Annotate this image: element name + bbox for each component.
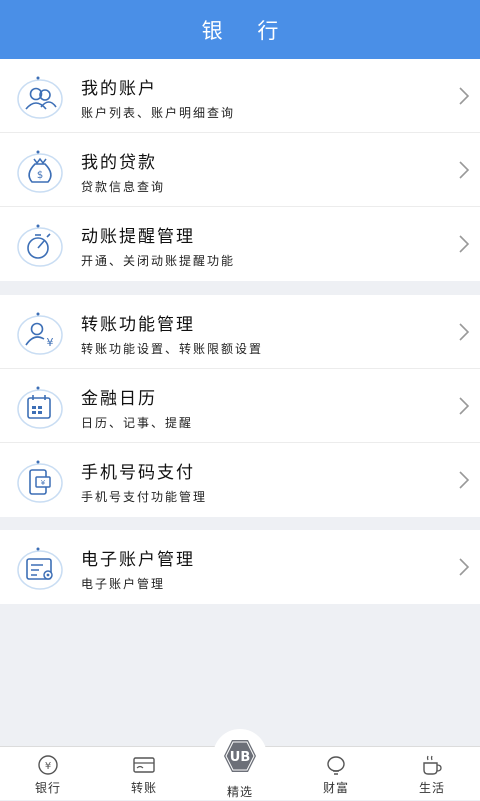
menu-item-finance-calendar[interactable]: 金融日历 日历、记事、提醒 [0, 369, 480, 443]
tab-bank[interactable]: ¥ 银行 [0, 747, 96, 801]
tab-label: 财富 [322, 781, 349, 795]
item-title: 动账提醒管理 [81, 227, 195, 247]
page-header: 银 行 [0, 0, 480, 59]
item-subtitle: 开通、关闭动账提醒功能 [81, 254, 236, 268]
coffee-cup-icon [423, 755, 442, 775]
e-account-settings-icon [17, 547, 63, 590]
item-title: 手机号码支付 [81, 463, 195, 483]
menu-item-transfer-settings[interactable]: ¥ 转账功能管理 转账功能设置、转账限额设置 [0, 295, 480, 369]
item-subtitle: 手机号支付功能管理 [81, 490, 208, 504]
item-title: 转账功能管理 [81, 315, 195, 335]
money-bag-icon: $ [17, 150, 63, 193]
timer-icon [17, 224, 63, 267]
item-title: 我的贷款 [81, 153, 157, 173]
chevron-right-icon [459, 471, 470, 489]
card-icon [133, 757, 155, 773]
tab-featured[interactable]: UB 精选 [192, 729, 288, 801]
chevron-right-icon [459, 161, 470, 179]
menu-group-1: 我的账户 账户列表、账户明细查询 $ 我的贷款 贷款信息查询 动账提醒管理 开通… [0, 59, 480, 281]
account-icon [17, 76, 63, 119]
menu-group-2: ¥ 转账功能管理 转账功能设置、转账限额设置 金融日历 日历、记事、提醒 ¥ 手… [0, 295, 480, 517]
tab-transfer[interactable]: 转账 [96, 747, 192, 801]
svg-text:¥: ¥ [47, 336, 54, 349]
yuan-circle-icon: ¥ [38, 755, 58, 775]
item-title: 金融日历 [81, 389, 157, 409]
ub-logo-text: UB [230, 750, 250, 765]
svg-text:¥: ¥ [41, 479, 46, 487]
chevron-right-icon [459, 397, 470, 415]
item-subtitle: 电子账户管理 [81, 577, 166, 591]
calendar-icon [17, 386, 63, 429]
chevron-right-icon [459, 558, 470, 576]
tab-life[interactable]: 生活 [384, 747, 480, 801]
menu-item-my-account[interactable]: 我的账户 账户列表、账户明细查询 [0, 59, 480, 133]
lightbulb-icon [327, 756, 345, 775]
item-subtitle: 账户列表、账户明细查询 [81, 106, 236, 120]
bottom-tab-bar: ¥ 银行 转账 UB 精选 财富 生活 [0, 729, 480, 801]
page-title: 银 行 [201, 18, 293, 43]
chevron-right-icon [459, 235, 470, 253]
chevron-right-icon [459, 323, 470, 341]
svg-text:$: $ [37, 170, 43, 181]
transfer-user-icon: ¥ [17, 312, 63, 355]
svg-text:¥: ¥ [45, 761, 51, 772]
menu-group-3: 电子账户管理 电子账户管理 [0, 530, 480, 604]
tab-label: 银行 [34, 781, 61, 795]
tab-label: 转账 [130, 781, 157, 795]
menu-item-my-loan[interactable]: $ 我的贷款 贷款信息查询 [0, 133, 480, 207]
chevron-right-icon [459, 87, 470, 105]
phone-pay-icon: ¥ [17, 460, 63, 503]
item-title: 我的账户 [81, 79, 157, 99]
item-subtitle: 日历、记事、提醒 [81, 416, 194, 430]
ub-logo-icon: UB [213, 729, 267, 783]
menu-item-balance-alert[interactable]: 动账提醒管理 开通、关闭动账提醒功能 [0, 207, 480, 281]
item-title: 电子账户管理 [81, 550, 195, 570]
menu-item-e-account[interactable]: 电子账户管理 电子账户管理 [0, 530, 480, 604]
tab-label: 生活 [418, 781, 445, 795]
item-subtitle: 贷款信息查询 [81, 180, 166, 194]
tab-label: 精选 [226, 785, 253, 799]
menu-item-phone-pay[interactable]: ¥ 手机号码支付 手机号支付功能管理 [0, 443, 480, 517]
tab-wealth[interactable]: 财富 [288, 747, 384, 801]
item-subtitle: 转账功能设置、转账限额设置 [81, 342, 264, 356]
